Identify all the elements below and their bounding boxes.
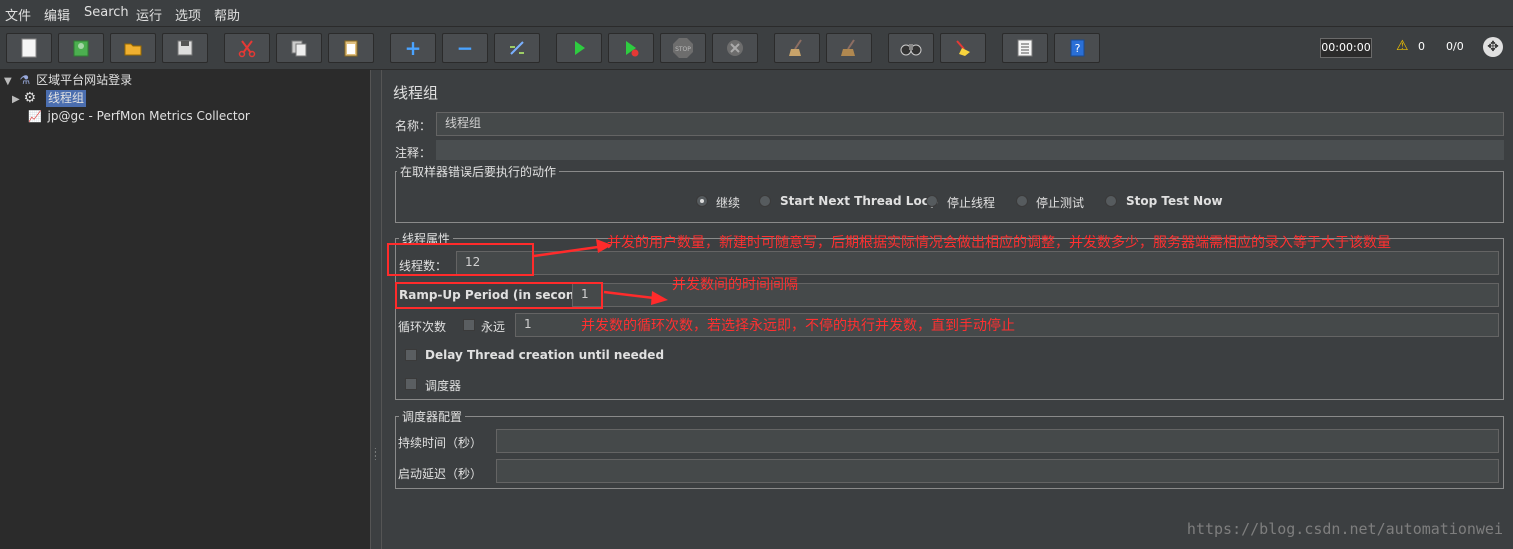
rampup-arrow-icon — [603, 290, 668, 305]
threads-annotation: 并发的用户数量，新建时可随意写，后期根据实际情况会做出相应的调整，并发数多少，服… — [607, 235, 1391, 251]
loop-annotation: 并发数的循环次数，若选择永远即，不停的执行并发数，直到手动停止 — [581, 318, 1015, 334]
rampup-annotation: 并发数间的时间间隔 — [672, 277, 798, 293]
watermark: https://blog.csdn.net/automationwei — [1186, 520, 1503, 538]
threads-arrow-icon — [533, 239, 612, 258]
